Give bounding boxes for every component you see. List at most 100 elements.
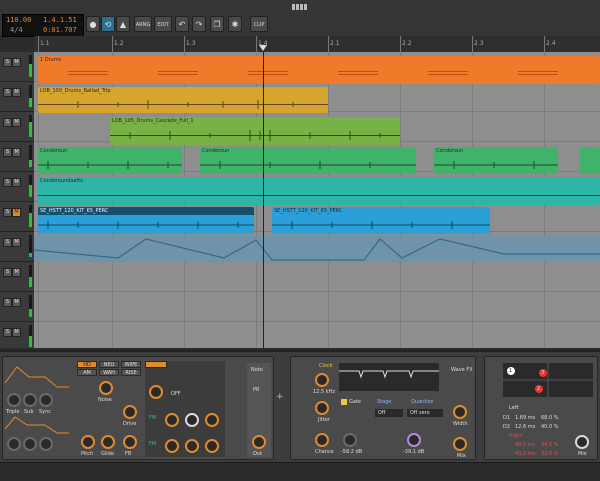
sync-knob[interactable] — [39, 393, 53, 407]
mute-button[interactable]: M — [12, 178, 21, 187]
chance-knob[interactable] — [315, 433, 329, 447]
track-header[interactable]: SM — [0, 202, 34, 232]
mod-knob-2[interactable] — [165, 413, 179, 427]
track-header[interactable]: SM — [0, 112, 34, 142]
solo-button[interactable]: S — [3, 298, 12, 307]
clip-ballad[interactable]: LOB_100_Drums_Ballad_Trip — [38, 87, 328, 113]
playhead[interactable] — [263, 52, 264, 348]
solo-button[interactable]: S — [3, 58, 12, 67]
settings-button[interactable]: ✱ — [228, 16, 242, 32]
mute-button[interactable]: M — [12, 238, 21, 247]
mute-button[interactable]: M — [12, 88, 21, 97]
mute-button[interactable]: M — [12, 208, 21, 217]
clip-condoroun-3[interactable]: Condoroun — [434, 147, 558, 174]
arrange-button[interactable]: ARNG — [134, 16, 152, 32]
solo-button[interactable]: S — [3, 88, 12, 97]
mode-wipe-button[interactable]: WIPE — [121, 361, 141, 368]
mod-knob-4[interactable] — [205, 413, 219, 427]
solo-button[interactable]: S — [3, 268, 12, 277]
transport-display[interactable]: 110.00 1.4.1.51 4/4 0:01.707 — [2, 14, 84, 37]
triple-knob[interactable] — [7, 393, 21, 407]
clip-cascade[interactable]: LOB_105_Drums_Cascade_Full_1 — [110, 117, 400, 145]
mod-knob-7[interactable] — [205, 439, 219, 453]
delay-xy-pad[interactable]: 1 2 3 — [503, 363, 593, 397]
out-knob[interactable] — [252, 435, 266, 449]
track-header[interactable]: SM — [0, 292, 34, 322]
mix-knob[interactable] — [453, 437, 467, 451]
triple-knob-2[interactable] — [7, 437, 21, 451]
clip-drums[interactable]: 1 Drums — [38, 56, 600, 84]
timeline-ruler[interactable]: 1.1 1.2 1.3 1.4 2.1 2.2 2.3 2.4 — [34, 36, 600, 53]
mute-button[interactable]: M — [12, 298, 21, 307]
mute-button[interactable]: M — [12, 328, 21, 337]
clock-knob[interactable] — [315, 373, 329, 387]
delay-device[interactable]: 1 2 3 Left D1 1.89 ms 68.0 % D2 12.6 ms … — [484, 356, 598, 460]
mod-tab-button[interactable] — [145, 361, 167, 368]
delay-mix-knob[interactable] — [575, 435, 589, 449]
mode-wah-button[interactable]: WAH — [99, 369, 119, 376]
out-gain-knob[interactable] — [343, 433, 357, 447]
bitcrush-device[interactable]: Clock 12.5 kHz Jitter Chance Gate Stage … — [290, 356, 476, 460]
mute-button[interactable]: M — [12, 268, 21, 277]
time-signature[interactable]: 4/4 — [10, 26, 23, 34]
synth-device[interactable]: Triple Sub Sync HD NEO WIPE AM WAH RISE … — [2, 356, 274, 460]
solo-button[interactable]: S — [3, 178, 12, 187]
mod-knob-3[interactable] — [185, 413, 199, 427]
mode-hd-button[interactable]: HD — [77, 361, 97, 368]
mix-gain-knob[interactable] — [407, 433, 421, 447]
playhead-marker-icon[interactable] — [259, 45, 267, 51]
drive-knob[interactable] — [123, 405, 137, 419]
stage-select[interactable]: Off — [375, 409, 403, 417]
add-device-button[interactable]: + — [276, 392, 284, 402]
clip-button[interactable]: CLIP — [250, 16, 268, 32]
track-header[interactable]: SM — [0, 172, 34, 202]
solo-button[interactable]: S — [3, 118, 12, 127]
track-header[interactable]: SM — [0, 262, 34, 292]
clip-condoroun-4[interactable] — [580, 147, 600, 174]
mod-knob-1[interactable] — [149, 385, 163, 399]
metronome-button[interactable]: ▲ — [116, 16, 130, 32]
tempo-readout[interactable]: 110.00 — [6, 16, 31, 24]
glide-knob[interactable] — [101, 435, 115, 449]
solo-button[interactable]: S — [3, 148, 12, 157]
width-knob[interactable] — [453, 405, 467, 419]
mod-knob-6[interactable] — [185, 439, 199, 453]
sub-knob-2[interactable] — [23, 437, 37, 451]
track-header[interactable]: SM — [0, 322, 34, 352]
clip-perc-2[interactable]: SE_HSTT_120_KIT_65_PERC — [272, 207, 490, 234]
clip-condoroun-1[interactable]: Condoroun — [38, 147, 182, 174]
jitter-knob[interactable] — [315, 401, 329, 415]
record-mode-button[interactable]: ● — [86, 16, 100, 32]
fb-knob[interactable] — [123, 435, 137, 449]
clip-condoroundaafts[interactable]: Condoroundaafts — [38, 177, 600, 205]
edit-button[interactable]: EDIT — [154, 16, 172, 32]
redo-button[interactable]: ↷ — [192, 16, 206, 32]
track-header[interactable]: SM — [0, 232, 34, 262]
mode-rise-button[interactable]: RISE — [121, 369, 141, 376]
automation-lane[interactable] — [34, 236, 600, 262]
mode-am-button[interactable]: AM — [77, 369, 97, 376]
mute-button[interactable]: M — [12, 58, 21, 67]
arranger-area[interactable]: 1 Drums LOB_100_Drums_Ballad_Trip LOB_10… — [34, 52, 600, 348]
track-header[interactable]: SM — [0, 142, 34, 172]
track-header[interactable]: SM — [0, 82, 34, 112]
loop-button[interactable]: ⟲ — [101, 16, 115, 32]
pitch-knob[interactable] — [81, 435, 95, 449]
mute-button[interactable]: M — [12, 148, 21, 157]
mode-neo-button[interactable]: NEO — [99, 361, 119, 368]
solo-button[interactable]: S — [3, 328, 12, 337]
mute-button[interactable]: M — [12, 118, 21, 127]
clip-condoroun-2[interactable]: Condoroun — [200, 147, 416, 174]
mod-knob-5[interactable] — [165, 439, 179, 453]
undo-button[interactable]: ↶ — [175, 16, 189, 32]
solo-button[interactable]: S — [3, 208, 12, 217]
clip-perc-1[interactable]: SE_HSTT_120_KIT_65_PERC — [38, 207, 254, 234]
copy-button[interactable]: ❐ — [210, 16, 224, 32]
gate-checkbox[interactable] — [341, 399, 347, 405]
sync-knob-2[interactable] — [39, 437, 53, 451]
sub-knob[interactable] — [23, 393, 37, 407]
track-header[interactable]: SM — [0, 52, 34, 82]
quantize-select[interactable]: Off zero — [407, 409, 443, 417]
solo-button[interactable]: S — [3, 238, 12, 247]
noise-knob[interactable] — [99, 381, 113, 395]
